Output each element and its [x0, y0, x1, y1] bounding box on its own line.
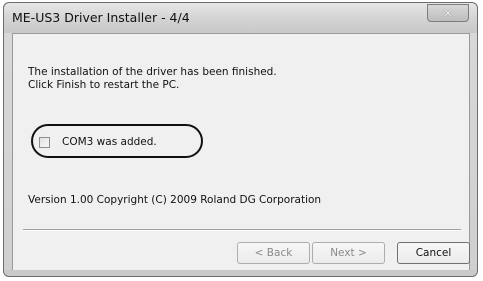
message-line-restart: Click Finish to restart the PC.: [28, 79, 180, 91]
status-message: The installation of the driver has been …: [28, 66, 277, 92]
divider: [23, 229, 461, 231]
back-button[interactable]: < Back: [237, 242, 310, 264]
close-button[interactable]: ✕: [427, 4, 469, 22]
com3-checkbox-label[interactable]: COM3 was added.: [62, 136, 157, 148]
close-icon: ✕: [443, 6, 453, 20]
next-button[interactable]: Next >: [312, 242, 385, 264]
title-bar[interactable]: ME-US3 Driver Installer - 4/4 ✕: [4, 3, 477, 33]
com3-checkbox[interactable]: [39, 137, 50, 148]
version-copyright: Version 1.00 Copyright (C) 2009 Roland D…: [28, 194, 322, 206]
window-bottom-border: [4, 270, 477, 276]
cancel-button[interactable]: Cancel: [397, 242, 470, 264]
message-line-finished: The installation of the driver has been …: [28, 66, 277, 78]
dialog-body: The installation of the driver has been …: [12, 33, 470, 271]
window-title: ME-US3 Driver Installer - 4/4: [12, 10, 190, 25]
installer-window: ME-US3 Driver Installer - 4/4 ✕ The inst…: [3, 2, 478, 277]
